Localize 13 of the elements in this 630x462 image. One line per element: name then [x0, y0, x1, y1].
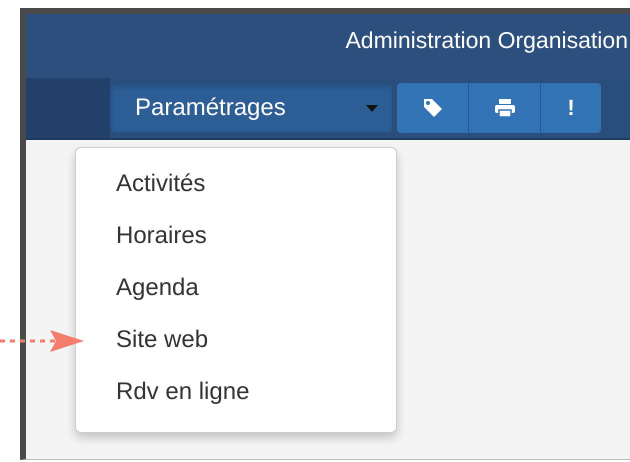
settings-dropdown[interactable]: Paramétrages [110, 83, 393, 133]
caret-icon [366, 104, 378, 112]
menu-item[interactable]: Rdv en ligne [76, 366, 396, 418]
print-button[interactable] [469, 83, 541, 133]
tag-icon [422, 97, 444, 119]
tag-button[interactable] [397, 83, 469, 133]
menu-item[interactable]: Horaires [76, 210, 396, 262]
menu-item[interactable]: Site web [76, 314, 396, 366]
menu-item[interactable]: Agenda [76, 262, 396, 314]
print-icon [494, 98, 516, 118]
alert-button[interactable]: ! [541, 83, 601, 133]
app-title: Administration Organisation [345, 26, 628, 54]
menu-item[interactable]: Activités [76, 158, 396, 210]
